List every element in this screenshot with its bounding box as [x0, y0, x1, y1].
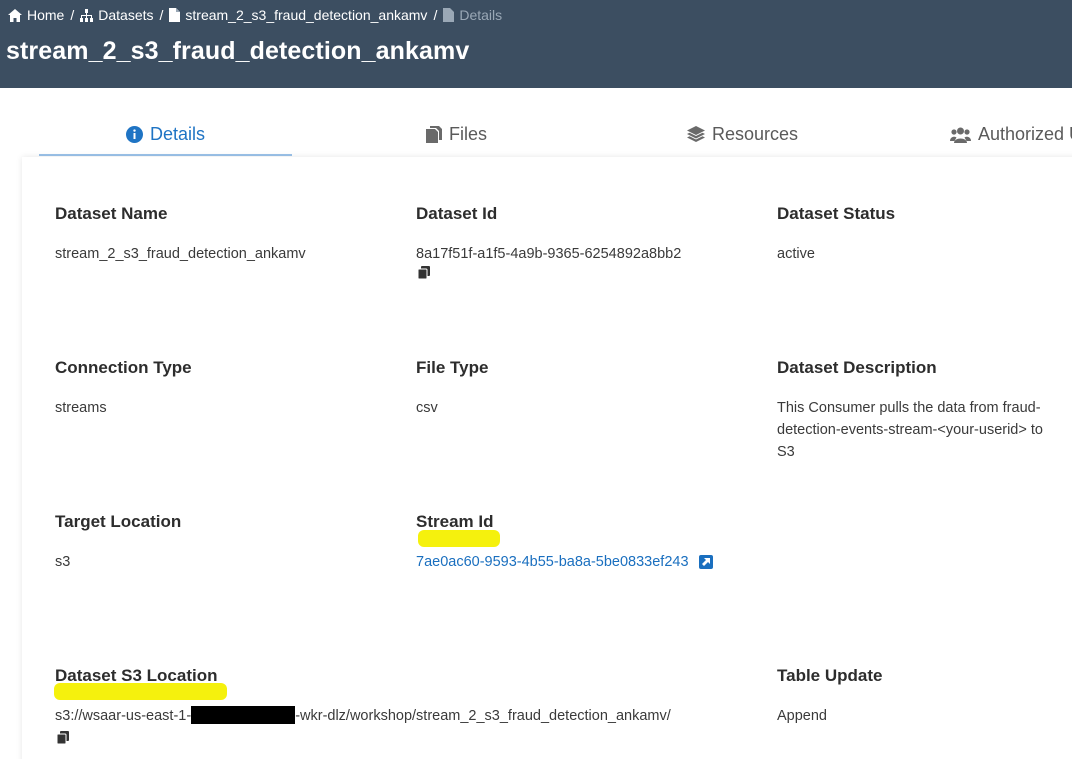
breadcrumb-home[interactable]: Home [8, 7, 64, 23]
dataset-status-label: Dataset Status [777, 204, 896, 223]
file-icon [169, 8, 181, 22]
breadcrumb-datasets[interactable]: Datasets [80, 7, 154, 23]
info-circle-icon [125, 126, 143, 143]
description-line: This Consumer pulls the data from fraud- [777, 400, 1041, 416]
highlight-mark [418, 530, 500, 547]
dataset-id-label: Dataset Id [416, 204, 498, 223]
stream-id-value: 7ae0ac60-9593-4b55-ba8a-5be0833ef243 [416, 551, 713, 573]
dataset-description-label: Dataset Description [777, 358, 937, 377]
connection-type-value: streams [55, 400, 107, 416]
stream-id-link[interactable]: 7ae0ac60-9593-4b55-ba8a-5be0833ef243 [416, 554, 689, 570]
s3-location-value: s3://wsaar-us-east-1- -wkr-dlz/workshop/s… [55, 705, 671, 727]
file-icon [443, 8, 455, 22]
s3-location-suffix: -wkr-dlz/workshop/stream_2_s3_fraud_dete… [295, 708, 671, 724]
tab-files[interactable]: Files [330, 112, 583, 157]
tab-details-label: Details [149, 124, 206, 144]
breadcrumb-separator: / [433, 7, 438, 23]
tab-details[interactable]: Details [39, 112, 292, 157]
table-update-label: Table Update [777, 666, 883, 685]
layers-icon [686, 126, 705, 142]
files-icon [425, 126, 442, 143]
page-header: Home / Datasets / stream_2_s3_fraud_dete… [0, 0, 1072, 88]
dataset-id-value: 8a17f51f-a1f5-4a9b-9365-6254892a8bb2 [416, 246, 682, 262]
breadcrumb-current-label: Details [459, 7, 503, 23]
s3-location-prefix: s3://wsaar-us-east-1- [55, 708, 192, 724]
breadcrumb-separator: / [70, 7, 75, 23]
description-line: S3 [777, 444, 795, 460]
dataset-name-value: stream_2_s3_fraud_detection_ankamv [55, 246, 306, 262]
tab-files-label: Files [448, 124, 487, 144]
description-line: detection-events-stream-<your-userid> to [777, 422, 1043, 438]
dataset-name-label: Dataset Name [55, 204, 168, 223]
table-update-value: Append [777, 708, 827, 724]
tab-resources[interactable]: Resources [616, 112, 869, 157]
copy-icon[interactable] [418, 266, 430, 279]
home-icon [8, 8, 22, 22]
target-location-label: Target Location [55, 512, 182, 531]
breadcrumb-dataset-label: stream_2_s3_fraud_detection_ankamv [185, 7, 428, 23]
users-icon [950, 127, 971, 143]
page-title: stream_2_s3_fraud_detection_ankamv [6, 37, 470, 65]
file-type-label: File Type [416, 358, 489, 377]
connection-type-label: Connection Type [55, 358, 192, 377]
dataset-status-value: active [777, 246, 815, 262]
breadcrumb-separator: / [159, 7, 164, 23]
redaction-block [191, 705, 296, 724]
copy-icon[interactable] [57, 731, 69, 744]
breadcrumb-current: Details [443, 7, 502, 23]
stream-id-label: Stream Id [416, 512, 494, 531]
tab-authorized-users[interactable]: Authorized U [950, 112, 1072, 157]
target-location-value: s3 [55, 554, 71, 570]
breadcrumb-home-label: Home [27, 7, 65, 23]
active-tab-indicator [39, 154, 292, 156]
dataset-description-value: This Consumer pulls the data from fraud-… [777, 397, 1043, 463]
s3-location-label: Dataset S3 Location [55, 666, 218, 685]
tab-resources-label: Resources [711, 124, 799, 144]
sitemap-icon [80, 8, 94, 22]
breadcrumb-dataset[interactable]: stream_2_s3_fraud_detection_ankamv [169, 7, 427, 23]
file-type-value: csv [416, 400, 438, 416]
breadcrumb: Home / Datasets / stream_2_s3_fraud_dete… [8, 6, 502, 24]
external-link-icon[interactable] [698, 555, 713, 570]
tab-authorized-users-label: Authorized U [978, 124, 1072, 144]
tab-bar: Details Files Resources Authorized U [0, 112, 1072, 158]
breadcrumb-datasets-label: Datasets [98, 7, 154, 23]
